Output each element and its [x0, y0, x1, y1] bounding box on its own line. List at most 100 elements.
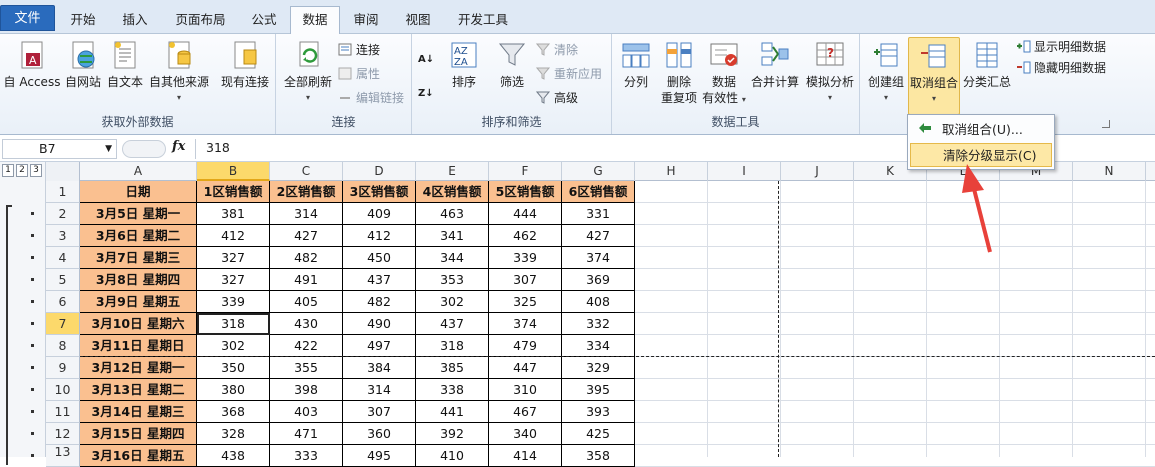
sales-cell[interactable]: 408	[562, 291, 635, 313]
sales-cell[interactable]: 471	[270, 423, 343, 445]
sales-cell[interactable]: 327	[197, 269, 270, 291]
sales-cell[interactable]: 374	[489, 313, 562, 335]
tab-data[interactable]: 数据	[290, 6, 340, 35]
consolidate-button[interactable]: 合并计算	[748, 40, 802, 90]
row-header-11[interactable]: 11	[46, 401, 80, 423]
sales-cell[interactable]: 450	[343, 247, 416, 269]
sales-cell[interactable]: 385	[416, 357, 489, 379]
sort-button[interactable]: AZ ZA 排序	[444, 40, 484, 90]
sales-cell[interactable]: 302	[197, 335, 270, 357]
sales-cell[interactable]: 318	[197, 313, 270, 335]
clear-button[interactable]: 清除	[535, 40, 578, 60]
advanced-button[interactable]: 高级	[535, 88, 578, 108]
date-cell[interactable]: 3月10日 星期六	[80, 313, 197, 335]
date-cell[interactable]: 3月5日 星期一	[80, 203, 197, 225]
reapply-button[interactable]: 重新应用	[535, 64, 602, 84]
sales-cell[interactable]: 467	[489, 401, 562, 423]
sales-cell[interactable]: 340	[489, 423, 562, 445]
column-header-b[interactable]: B	[197, 162, 270, 181]
sales-cell[interactable]: 332	[562, 313, 635, 335]
column-header-c[interactable]: C	[270, 162, 343, 181]
sort-descending-button[interactable]: Z↓	[418, 82, 434, 102]
column-header-g[interactable]: G	[562, 162, 635, 181]
text-to-columns-button[interactable]: 分列	[616, 40, 656, 90]
from-access-button[interactable]: A 自 Access	[3, 40, 61, 90]
sales-cell[interactable]: 392	[416, 423, 489, 445]
sales-cell[interactable]: 437	[416, 313, 489, 335]
sales-cell[interactable]: 430	[270, 313, 343, 335]
formula-bar-handle[interactable]	[122, 140, 166, 158]
column-header-i[interactable]: I	[708, 162, 781, 181]
sales-cell[interactable]: 444	[489, 203, 562, 225]
header-cell[interactable]: 4区销售额	[416, 181, 489, 203]
sales-cell[interactable]: 339	[489, 247, 562, 269]
sales-cell[interactable]: 353	[416, 269, 489, 291]
sales-cell[interactable]: 329	[562, 357, 635, 379]
column-header-f[interactable]: F	[489, 162, 562, 181]
show-detail-button[interactable]: 显示明细数据	[1016, 37, 1106, 57]
sales-cell[interactable]: 360	[343, 423, 416, 445]
sales-cell[interactable]: 325	[489, 291, 562, 313]
sales-cell[interactable]: 333	[270, 445, 343, 467]
ungroup-button[interactable]: 取消组合 ▾	[908, 37, 960, 115]
row-header-4[interactable]: 4	[46, 247, 80, 269]
date-cell[interactable]: 3月16日 星期五	[80, 445, 197, 467]
chevron-down-icon[interactable]: ▼	[105, 140, 112, 158]
sales-cell[interactable]: 384	[343, 357, 416, 379]
sales-cell[interactable]: 427	[270, 225, 343, 247]
existing-connections-button[interactable]: 现有连接	[216, 40, 274, 90]
sales-cell[interactable]: 495	[343, 445, 416, 467]
edit-links-button[interactable]: 编辑链接	[338, 88, 404, 108]
remove-duplicates-button[interactable]: 删除 重复项	[658, 40, 700, 106]
column-header-n[interactable]: N	[1073, 162, 1146, 181]
sort-ascending-button[interactable]: A↓	[418, 48, 434, 68]
sales-cell[interactable]: 409	[343, 203, 416, 225]
sales-cell[interactable]: 310	[489, 379, 562, 401]
row-header-3[interactable]: 3	[46, 225, 80, 247]
row-header-8[interactable]: 8	[46, 335, 80, 357]
sales-cell[interactable]: 314	[343, 379, 416, 401]
column-header-h[interactable]: H	[635, 162, 708, 181]
sales-cell[interactable]: 427	[562, 225, 635, 247]
menu-clear-outline[interactable]: 清除分级显示(C)	[910, 143, 1052, 167]
header-cell[interactable]: 2区销售额	[270, 181, 343, 203]
sales-cell[interactable]: 368	[197, 401, 270, 423]
sales-cell[interactable]: 482	[270, 247, 343, 269]
what-if-analysis-button[interactable]: ? 模拟分析 ▾	[802, 40, 858, 106]
from-other-sources-button[interactable]: 自其他来源 ▾	[146, 40, 212, 106]
header-cell[interactable]: 3区销售额	[343, 181, 416, 203]
row-header-6[interactable]: 6	[46, 291, 80, 313]
header-cell[interactable]: 日期	[80, 181, 197, 203]
sales-cell[interactable]: 314	[270, 203, 343, 225]
name-box[interactable]: B7 ▼	[2, 139, 117, 159]
date-cell[interactable]: 3月13日 星期二	[80, 379, 197, 401]
sales-cell[interactable]: 447	[489, 357, 562, 379]
hide-detail-button[interactable]: 隐藏明细数据	[1016, 58, 1106, 78]
sales-cell[interactable]: 395	[562, 379, 635, 401]
row-header-10[interactable]: 10	[46, 379, 80, 401]
menu-ungroup[interactable]: 取消组合(U)...	[910, 118, 1052, 142]
sales-cell[interactable]: 327	[197, 247, 270, 269]
header-cell[interactable]: 6区销售额	[562, 181, 635, 203]
sales-cell[interactable]: 441	[416, 401, 489, 423]
tab-view[interactable]: 视图	[394, 9, 442, 34]
column-header-d[interactable]: D	[343, 162, 416, 181]
sales-cell[interactable]: 497	[343, 335, 416, 357]
sales-cell[interactable]: 462	[489, 225, 562, 247]
row-header-7[interactable]: 7	[46, 313, 80, 335]
sales-cell[interactable]: 307	[489, 269, 562, 291]
sales-cell[interactable]: 318	[416, 335, 489, 357]
sales-cell[interactable]: 479	[489, 335, 562, 357]
row-header-5[interactable]: 5	[46, 269, 80, 291]
tab-insert[interactable]: 插入	[111, 9, 159, 34]
sales-cell[interactable]: 328	[197, 423, 270, 445]
sales-cell[interactable]: 344	[416, 247, 489, 269]
header-cell[interactable]: 5区销售额	[489, 181, 562, 203]
sales-cell[interactable]: 438	[197, 445, 270, 467]
sales-cell[interactable]: 398	[270, 379, 343, 401]
sales-cell[interactable]: 374	[562, 247, 635, 269]
date-cell[interactable]: 3月15日 星期四	[80, 423, 197, 445]
tab-developer[interactable]: 开发工具	[447, 9, 519, 34]
select-all-button[interactable]	[46, 162, 80, 181]
sales-cell[interactable]: 331	[562, 203, 635, 225]
